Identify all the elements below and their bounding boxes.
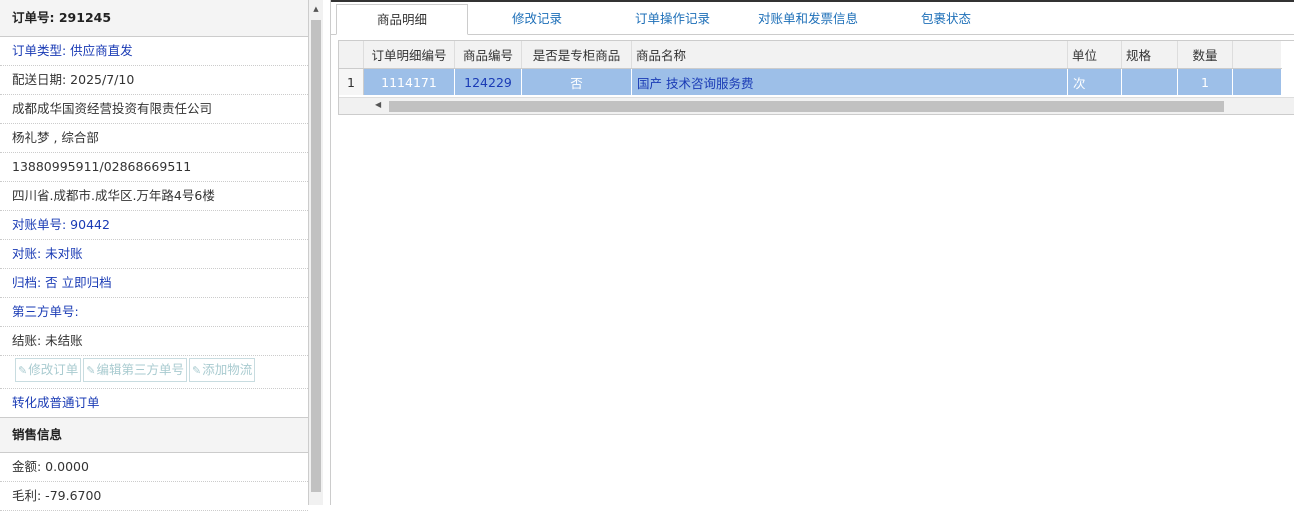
order-type: 订单类型: 供应商直发 bbox=[0, 37, 308, 66]
grid-scrollbar-thumb[interactable] bbox=[389, 101, 1224, 112]
convert-order-link[interactable]: 转化成普通订单 bbox=[0, 389, 308, 417]
modify-order-button[interactable]: ✎修改订单 bbox=[15, 358, 82, 382]
table-row[interactable]: 1 1114171 124229 否 国产 技术咨询服务费 次 1 bbox=[339, 68, 1282, 95]
col-detail-id[interactable]: 订单明细编号 bbox=[363, 41, 455, 69]
edit-icon: ✎ bbox=[86, 364, 96, 377]
tab-package-status[interactable]: 包裹状态 bbox=[921, 4, 971, 34]
col-spec[interactable]: 规格 bbox=[1121, 41, 1178, 69]
rownum-header bbox=[339, 41, 364, 69]
row-number: 1 bbox=[339, 68, 364, 95]
col-counter-product[interactable]: 是否是专柜商品 bbox=[521, 41, 632, 69]
col-unit[interactable]: 单位 bbox=[1067, 41, 1122, 69]
delivery-address: 四川省.成都市.成华区.万年路4号6楼 bbox=[0, 182, 308, 211]
top-divider bbox=[331, 0, 1294, 2]
settlement-status: 结账: 未结账 bbox=[0, 327, 308, 356]
product-detail-grid: 订单明细编号 商品编号 是否是专柜商品 商品名称 单位 规格 数量 1 1114… bbox=[338, 40, 1294, 115]
grid-horizontal-scrollbar[interactable]: ◀ bbox=[339, 97, 1294, 114]
cell-unit: 次 bbox=[1067, 68, 1122, 95]
tab-statement-invoice[interactable]: 对账单和发票信息 bbox=[758, 4, 858, 34]
edit-third-party-button[interactable]: ✎编辑第三方单号 bbox=[83, 358, 187, 382]
sales-profit: 毛利: -79.6700 bbox=[0, 482, 308, 511]
tab-order-operation-records[interactable]: 订单操作记录 bbox=[635, 4, 710, 34]
order-number: 订单号: 291245 bbox=[0, 0, 308, 37]
statement-number[interactable]: 对账单号: 90442 bbox=[0, 211, 308, 240]
col-product-id[interactable]: 商品编号 bbox=[454, 41, 522, 69]
sales-amount: 金额: 0.0000 bbox=[0, 453, 308, 482]
reconcile-status: 对账: 未对账 bbox=[0, 240, 308, 269]
cell-filler bbox=[1232, 68, 1282, 95]
delivery-date: 配送日期: 2025/7/10 bbox=[0, 66, 308, 95]
tab-product-details[interactable]: 商品明细 bbox=[336, 4, 468, 35]
contact-person: 杨礼梦 , 综合部 bbox=[0, 124, 308, 153]
cell-counter-product: 否 bbox=[521, 68, 632, 95]
scroll-up-icon[interactable]: ▲ bbox=[309, 2, 323, 16]
edit-icon: ✎ bbox=[18, 364, 28, 377]
col-quantity[interactable]: 数量 bbox=[1177, 41, 1233, 69]
cell-product-id[interactable]: 124229 bbox=[454, 68, 522, 95]
tab-modify-records[interactable]: 修改记录 bbox=[512, 4, 562, 34]
tab-bar: 商品明细 修改记录 订单操作记录 对账单和发票信息 包裹状态 bbox=[331, 4, 1294, 35]
cell-product-name[interactable]: 国产 技术咨询服务费 bbox=[631, 68, 1068, 95]
detail-panel: 商品明细 修改记录 订单操作记录 对账单和发票信息 包裹状态 订单明细编号 商品… bbox=[330, 0, 1294, 505]
archive-status[interactable]: 归档: 否 立即归档 bbox=[0, 269, 308, 298]
cell-quantity: 1 bbox=[1177, 68, 1233, 95]
sales-info-header: 销售信息 bbox=[0, 417, 308, 453]
order-info-panel: 订单号: 291245 订单类型: 供应商直发 配送日期: 2025/7/10 … bbox=[0, 0, 309, 511]
order-actions: ✎修改订单 ✎编辑第三方单号 ✎添加物流 bbox=[0, 356, 308, 389]
left-panel-scrollbar[interactable]: ▲ bbox=[309, 0, 323, 505]
cell-detail-id: 1114171 bbox=[363, 68, 455, 95]
col-filler bbox=[1232, 41, 1281, 69]
grid-header-row: 订单明细编号 商品编号 是否是专柜商品 商品名称 单位 规格 数量 bbox=[339, 41, 1281, 69]
col-product-name[interactable]: 商品名称 bbox=[631, 41, 1068, 69]
third-party-number: 第三方单号: bbox=[0, 298, 308, 327]
company-name: 成都成华国资经营投资有限责任公司 bbox=[0, 95, 308, 124]
cell-spec bbox=[1121, 68, 1178, 95]
edit-icon: ✎ bbox=[191, 364, 202, 377]
add-logistics-button[interactable]: ✎添加物流 bbox=[188, 358, 256, 382]
contact-phones: 13880995911/02868669511 bbox=[0, 153, 308, 182]
scrollbar-thumb[interactable] bbox=[311, 20, 321, 492]
scroll-left-icon[interactable]: ◀ bbox=[375, 100, 381, 109]
